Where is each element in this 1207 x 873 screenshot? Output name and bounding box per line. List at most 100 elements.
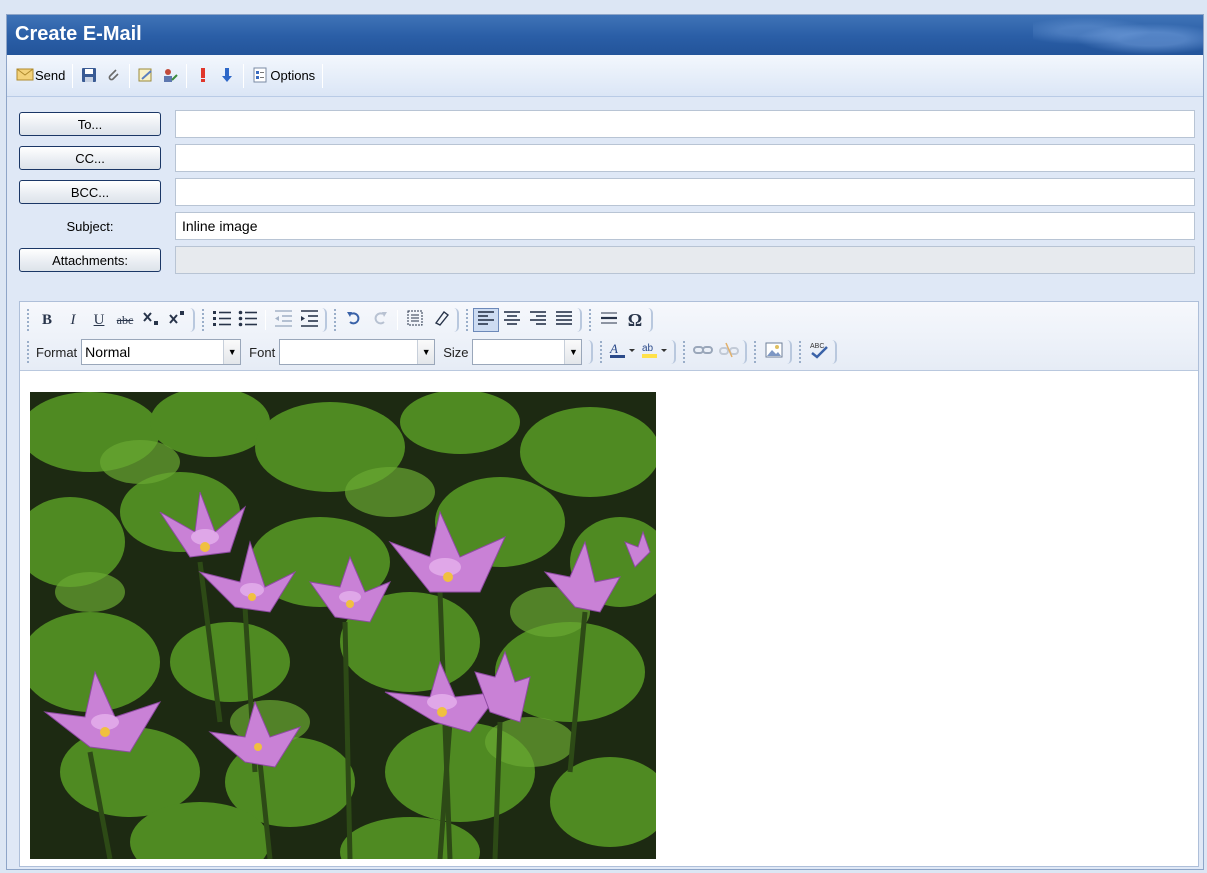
spellcheck-button[interactable]: ABC	[806, 340, 832, 364]
toolbar-group-end	[190, 308, 195, 332]
select-all-button[interactable]	[402, 308, 428, 332]
insert-image-button[interactable]	[761, 340, 787, 364]
window-title: Create E-Mail	[15, 23, 142, 45]
address-book-icon	[161, 67, 179, 85]
special-character-button[interactable]: Ω	[622, 308, 648, 332]
bulleted-list-icon	[238, 309, 258, 332]
toolbar-separator	[322, 63, 324, 88]
undo-button[interactable]	[341, 308, 367, 332]
superscript-button[interactable]	[164, 308, 190, 332]
subscript-icon	[141, 309, 161, 332]
strikethrough-button[interactable]: abc	[112, 308, 138, 332]
undo-icon	[345, 309, 363, 332]
format-select-value: Normal	[85, 344, 131, 360]
bold-icon: B	[41, 311, 52, 328]
image-icon	[765, 342, 783, 363]
template-icon	[137, 67, 155, 85]
font-select-value	[280, 340, 417, 364]
low-priority-icon	[218, 67, 236, 85]
chevron-down-icon[interactable]: ▼	[223, 340, 241, 364]
align-left-button[interactable]	[473, 308, 499, 332]
create-email-window: Create E-Mail Send Options To... CC... B…	[6, 14, 1204, 870]
subject-field[interactable]: Inline image	[175, 212, 1195, 240]
html-editor: B I U abc Ω Format Normal ▼ Font ▼ Size …	[19, 301, 1199, 867]
redo-icon	[371, 309, 389, 332]
justify-button[interactable]	[551, 308, 577, 332]
toolbar-separator	[243, 63, 245, 88]
svg-text:ab: ab	[642, 343, 654, 354]
toolbar-group-end	[648, 308, 653, 332]
editor-toolbar: B I U abc Ω Format Normal ▼ Font ▼ Size …	[20, 302, 1198, 371]
toolbar-group-end	[787, 340, 793, 364]
text-color-button[interactable]: A	[607, 340, 639, 364]
to-row: To...	[19, 107, 1195, 141]
high-priority-button[interactable]	[191, 64, 215, 88]
chevron-down-icon[interactable]: ▼	[564, 340, 582, 364]
cc-row: CC...	[19, 141, 1195, 175]
bcc-field[interactable]	[175, 178, 1195, 206]
title-bar: Create E-Mail	[7, 15, 1203, 55]
low-priority-button[interactable]	[215, 64, 239, 88]
italic-icon: I	[70, 311, 76, 328]
attach-button[interactable]	[101, 64, 125, 88]
send-label: Send	[35, 68, 66, 83]
address-book-button[interactable]	[158, 64, 182, 88]
toolbar-group-end	[742, 340, 748, 364]
superscript-icon	[167, 309, 187, 332]
format-select[interactable]: Normal ▼	[81, 339, 242, 365]
toolbar-grip	[754, 341, 758, 363]
align-left-icon	[477, 310, 495, 331]
chevron-down-icon[interactable]: ▼	[417, 340, 435, 364]
toolbar-grip	[27, 341, 31, 363]
redo-button[interactable]	[367, 308, 393, 332]
subscript-button[interactable]	[138, 308, 164, 332]
header-fields: To... CC... BCC... Subject: Inline image…	[7, 97, 1203, 277]
format-label: Format	[36, 344, 78, 360]
toolbar-group-end	[832, 340, 838, 364]
cc-field[interactable]	[175, 144, 1195, 172]
attachments-button[interactable]: Attachments:	[19, 248, 161, 272]
align-right-button[interactable]	[525, 308, 551, 332]
align-center-button[interactable]	[499, 308, 525, 332]
subject-label: Subject:	[66, 218, 114, 234]
svg-text:A: A	[609, 341, 618, 356]
template-button[interactable]	[134, 64, 158, 88]
editor-content[interactable]	[30, 392, 656, 859]
eraser-button[interactable]	[428, 308, 454, 332]
underline-button[interactable]: U	[86, 308, 112, 332]
bcc-button[interactable]: BCC...	[19, 180, 161, 204]
highlight-color-button[interactable]: ab	[639, 340, 671, 364]
options-label: Options	[270, 68, 316, 83]
remove-link-button[interactable]	[716, 340, 742, 364]
toolbar-group-end	[454, 308, 459, 332]
insert-link-button[interactable]	[690, 340, 716, 364]
numbered-list-button[interactable]	[209, 308, 235, 332]
toolbar-separator	[129, 63, 131, 88]
toolbar-grip	[27, 309, 31, 331]
toolbar-grip	[202, 309, 206, 331]
options-button[interactable]: Options	[248, 64, 318, 88]
bulleted-list-button[interactable]	[235, 308, 261, 332]
outdent-icon	[273, 309, 293, 332]
size-select[interactable]: ▼	[472, 339, 583, 365]
underline-icon: U	[93, 311, 105, 328]
font-select[interactable]: ▼	[279, 339, 436, 365]
horizontal-rule-button[interactable]	[596, 308, 622, 332]
to-button[interactable]: To...	[19, 112, 161, 136]
toolbar-grip	[589, 309, 593, 331]
indent-icon	[299, 309, 319, 332]
send-button[interactable]: Send	[13, 64, 68, 88]
indent-button[interactable]	[296, 308, 322, 332]
toolbar-separator	[265, 310, 266, 330]
select-all-icon	[406, 309, 424, 332]
cc-button[interactable]: CC...	[19, 146, 161, 170]
toolbar-grip	[466, 309, 470, 331]
save-button[interactable]	[77, 64, 101, 88]
numbered-list-icon	[212, 309, 232, 332]
bold-button[interactable]: B	[34, 308, 60, 332]
outdent-button[interactable]	[270, 308, 296, 332]
to-field[interactable]	[175, 110, 1195, 138]
subject-row: Subject: Inline image	[19, 209, 1195, 243]
italic-button[interactable]: I	[60, 308, 86, 332]
toolbar-grip	[683, 341, 687, 363]
